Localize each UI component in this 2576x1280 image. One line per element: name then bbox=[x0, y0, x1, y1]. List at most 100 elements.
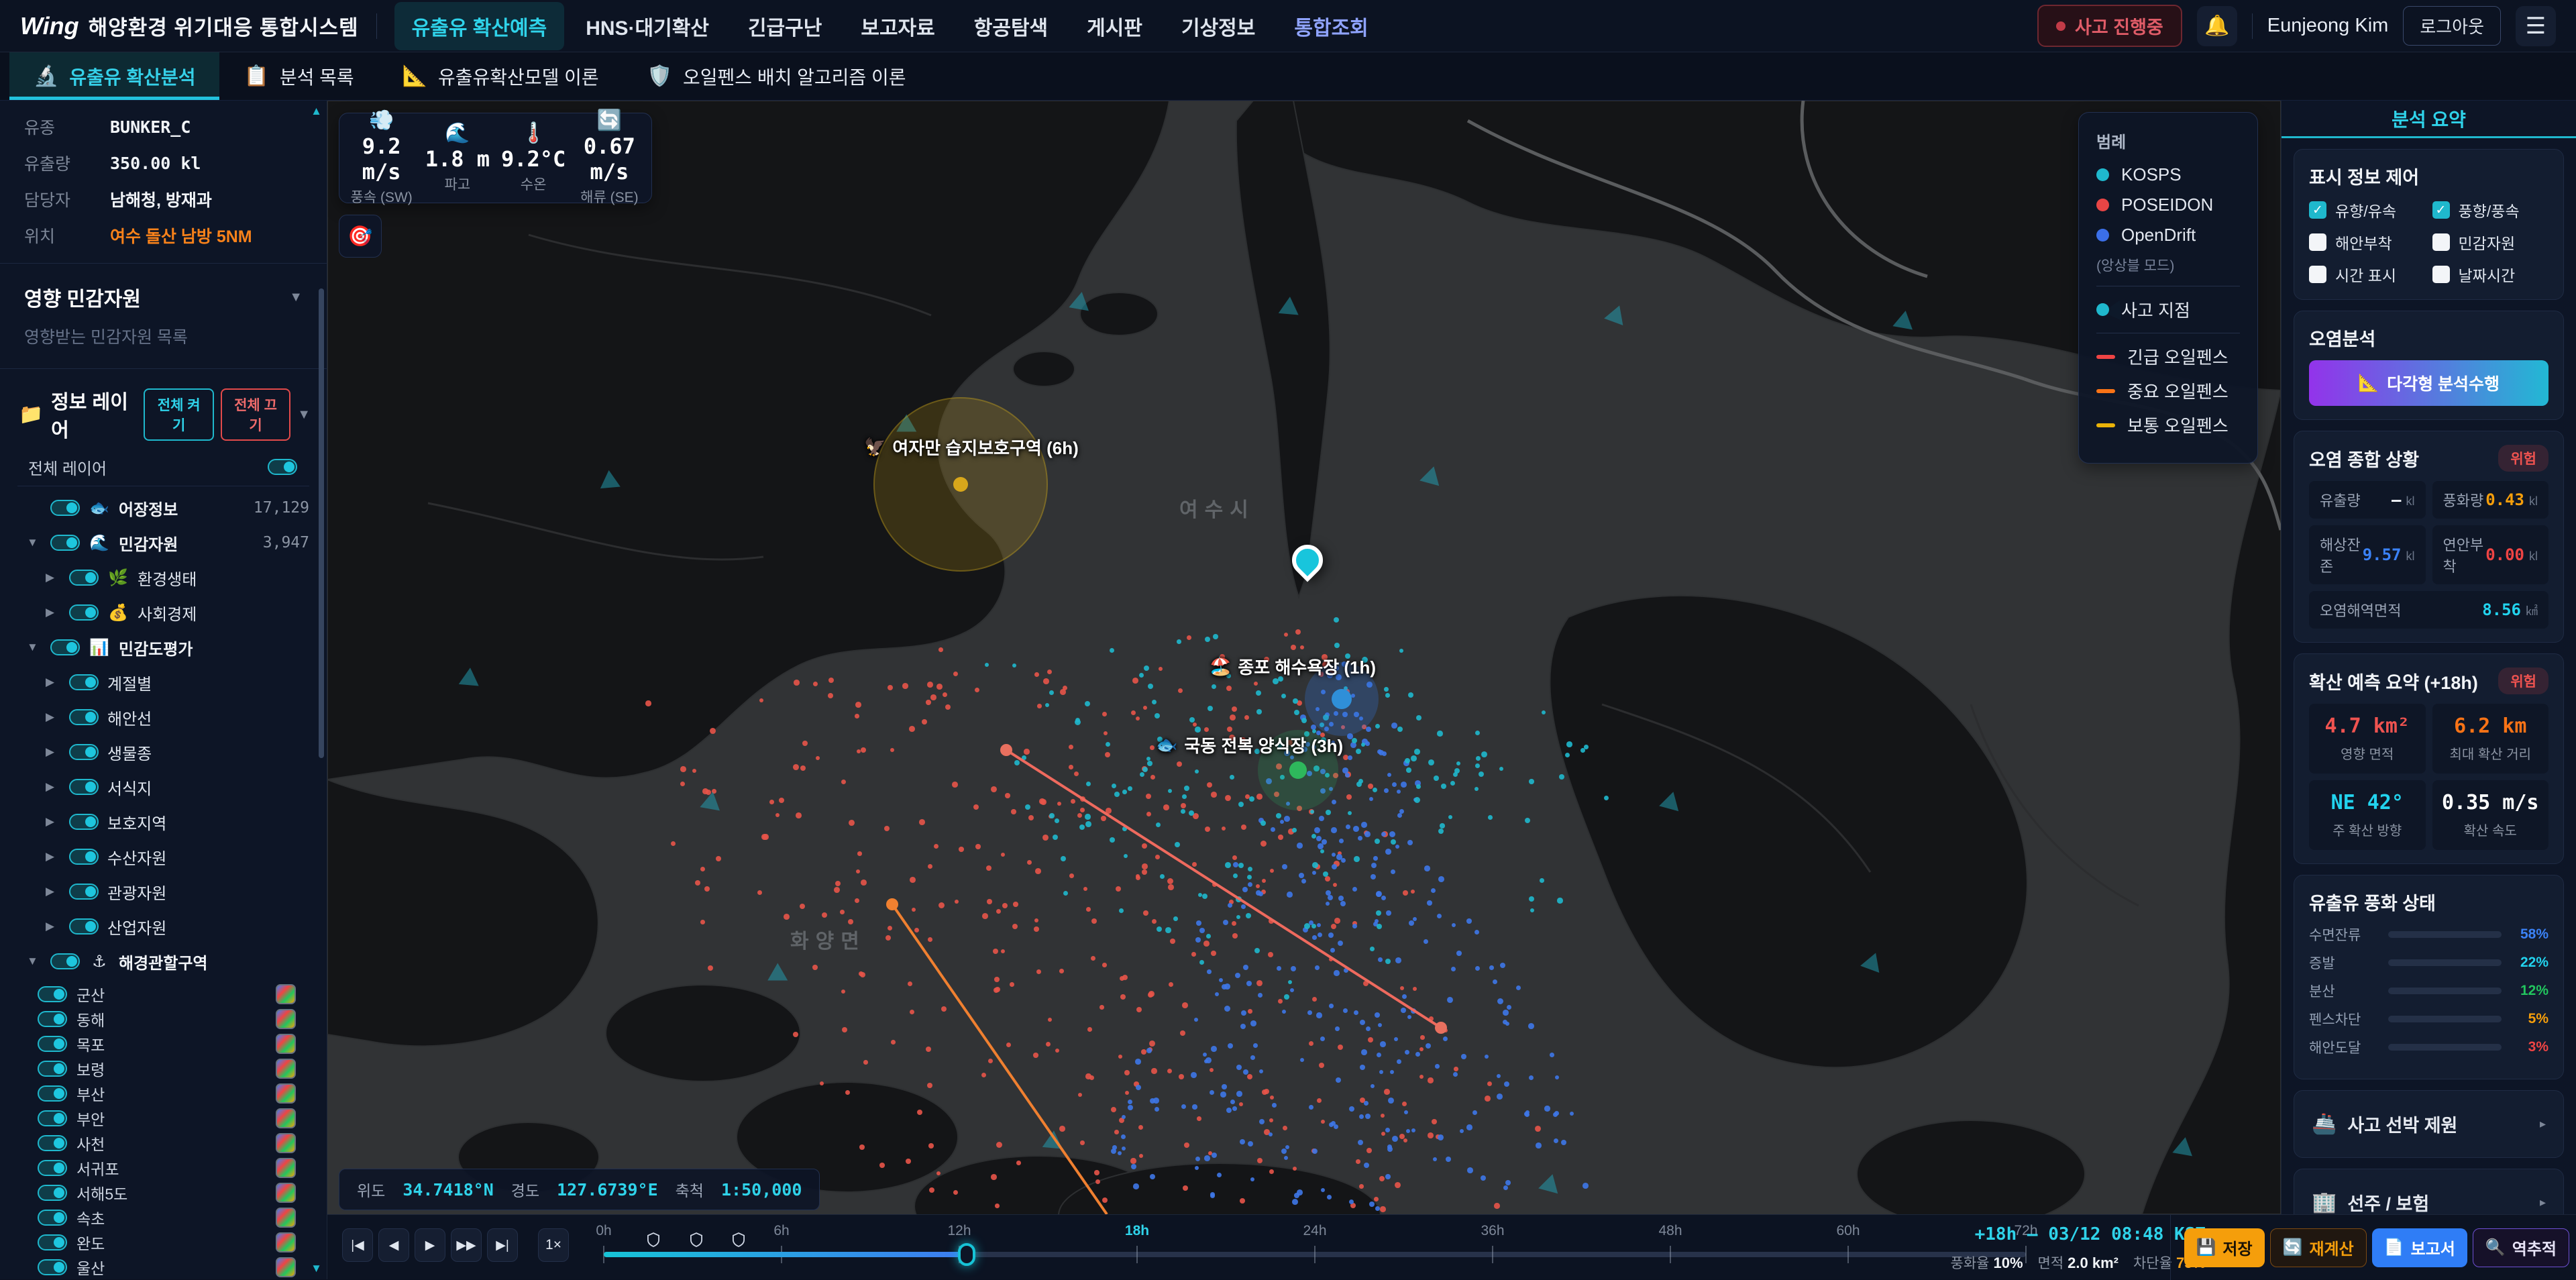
region-style-button[interactable] bbox=[276, 1034, 296, 1054]
layer-toggle[interactable] bbox=[69, 604, 99, 621]
layer-toggle[interactable] bbox=[69, 814, 99, 830]
layer-toggle[interactable] bbox=[50, 953, 80, 969]
recalculate-button[interactable]: 🔄재계산 bbox=[2270, 1228, 2367, 1267]
region-style-button[interactable] bbox=[276, 1158, 296, 1178]
region-toggle[interactable] bbox=[38, 1036, 67, 1052]
nav-item[interactable]: 항공탐색 bbox=[957, 2, 1065, 50]
all-layer-toggle[interactable] bbox=[268, 459, 297, 475]
display-checkbox-유향/유속[interactable]: ✓유향/유속 bbox=[2309, 199, 2426, 221]
region-toggle[interactable] bbox=[38, 1185, 67, 1201]
display-checkbox-풍향/풍속[interactable]: ✓풍향/풍속 bbox=[2432, 199, 2549, 221]
region-style-button[interactable] bbox=[276, 1108, 296, 1128]
display-checkbox-민감자원[interactable]: 민감자원 bbox=[2432, 231, 2549, 254]
caret-right-icon[interactable]: ▶ bbox=[46, 780, 60, 794]
scroll-up-icon[interactable]: ▲ bbox=[311, 105, 322, 118]
region-toggle[interactable] bbox=[38, 1110, 67, 1126]
region-toggle[interactable] bbox=[38, 1160, 67, 1176]
vessel-spec-card[interactable]: 🚢 사고 선박 제원 ▸ bbox=[2294, 1090, 2564, 1158]
layer-toggle[interactable] bbox=[69, 779, 99, 795]
notifications-button[interactable]: 🔔 bbox=[2197, 6, 2237, 46]
caret-right-icon[interactable]: ▶ bbox=[46, 920, 60, 933]
playback-speed-button[interactable]: 1× bbox=[538, 1228, 569, 1262]
recenter-button[interactable]: 🎯 bbox=[339, 215, 382, 258]
layer-toggle[interactable] bbox=[50, 639, 80, 655]
scroll-down-icon[interactable]: ▼ bbox=[311, 1262, 322, 1275]
layer-toggle[interactable] bbox=[69, 709, 99, 725]
region-style-button[interactable] bbox=[276, 1183, 296, 1203]
region-toggle[interactable] bbox=[38, 1135, 67, 1151]
timeline-slider[interactable]: 0h6h12h18h24h36h48h60h72h bbox=[604, 1215, 2026, 1280]
region-style-button[interactable] bbox=[276, 1059, 296, 1079]
step-back-button[interactable]: ◀ bbox=[378, 1228, 409, 1262]
caret-right-icon[interactable]: ▶ bbox=[46, 745, 60, 759]
region-toggle[interactable] bbox=[38, 1085, 67, 1102]
region-toggle[interactable] bbox=[38, 1259, 67, 1275]
region-style-button[interactable] bbox=[276, 984, 296, 1004]
nav-item[interactable]: 긴급구난 bbox=[731, 2, 839, 50]
caret-right-icon[interactable]: ▶ bbox=[46, 676, 60, 689]
all-layers-off-button[interactable]: 전체 끄기 bbox=[221, 388, 290, 441]
checkbox-icon[interactable] bbox=[2432, 233, 2450, 251]
caret-down-icon[interactable]: ▼ bbox=[27, 955, 42, 968]
region-toggle[interactable] bbox=[38, 1210, 67, 1226]
region-toggle[interactable] bbox=[38, 1061, 67, 1077]
display-checkbox-시간 표시[interactable]: 시간 표시 bbox=[2309, 263, 2426, 286]
region-style-button[interactable] bbox=[276, 1208, 296, 1228]
region-style-button[interactable] bbox=[276, 1133, 296, 1153]
region-toggle[interactable] bbox=[38, 1011, 67, 1027]
layer-toggle[interactable] bbox=[69, 918, 99, 935]
checkbox-icon[interactable] bbox=[2432, 266, 2450, 283]
caret-right-icon[interactable]: ▶ bbox=[46, 571, 60, 584]
nav-item[interactable]: 통합조회 bbox=[1277, 2, 1385, 50]
region-style-button[interactable] bbox=[276, 1257, 296, 1277]
backtrack-button[interactable]: 🔍역추적 bbox=[2473, 1228, 2569, 1267]
logout-button[interactable]: 로그아웃 bbox=[2403, 6, 2501, 46]
region-toggle[interactable] bbox=[38, 1234, 67, 1250]
tab-유출유 확산분석[interactable]: 🔬유출유 확산분석 bbox=[9, 52, 219, 100]
region-style-button[interactable] bbox=[276, 1083, 296, 1104]
all-layers-on-button[interactable]: 전체 켜기 bbox=[144, 388, 213, 441]
checkbox-checked-icon[interactable]: ✓ bbox=[2309, 201, 2326, 219]
menu-button[interactable]: ☰ bbox=[2516, 6, 2556, 46]
layer-toggle[interactable] bbox=[69, 570, 99, 586]
sidebar-scrollbar[interactable] bbox=[319, 288, 324, 758]
caret-right-icon[interactable]: ▶ bbox=[46, 850, 60, 863]
caret-right-icon[interactable]: ▶ bbox=[46, 710, 60, 724]
play-button[interactable]: ▶ bbox=[415, 1228, 445, 1262]
fast-forward-button[interactable]: ▶▶ bbox=[451, 1228, 482, 1262]
map-canvas[interactable]: 🦅 여자만 습지보호구역 (6h) 🏖️ 종포 해수욕장 (1h) 🐟 국동 전… bbox=[327, 101, 2281, 1214]
skip-end-button[interactable]: ▶| bbox=[487, 1228, 518, 1262]
caret-down-icon[interactable]: ▼ bbox=[27, 536, 42, 549]
tab-분석 목록[interactable]: 📋분석 목록 bbox=[219, 52, 378, 100]
tab-유출유확산모델 이론[interactable]: 📐유출유확산모델 이론 bbox=[378, 52, 623, 100]
caret-right-icon[interactable]: ▶ bbox=[46, 885, 60, 898]
nav-item[interactable]: HNS·대기확산 bbox=[568, 2, 727, 50]
layer-toggle[interactable] bbox=[69, 744, 99, 760]
owner-insurance-card[interactable]: 🏢 선주 / 보험 ▸ bbox=[2294, 1169, 2564, 1214]
save-button[interactable]: 💾저장 bbox=[2184, 1228, 2265, 1267]
layer-toggle[interactable] bbox=[69, 884, 99, 900]
layer-toggle[interactable] bbox=[50, 500, 80, 516]
timeline-handle[interactable] bbox=[958, 1243, 975, 1266]
tab-오일펜스 배치 알고리즘 이론[interactable]: 🛡️오일펜스 배치 알고리즘 이론 bbox=[623, 52, 930, 100]
layer-toggle[interactable] bbox=[69, 674, 99, 690]
layer-toggle[interactable] bbox=[69, 849, 99, 865]
checkbox-icon[interactable] bbox=[2309, 266, 2326, 283]
nav-item[interactable]: 유출유 확산예측 bbox=[394, 2, 565, 50]
polygon-analysis-button[interactable]: 📐 다각형 분석수행 bbox=[2309, 360, 2548, 406]
caret-right-icon[interactable]: ▶ bbox=[46, 815, 60, 829]
region-style-button[interactable] bbox=[276, 1232, 296, 1252]
nav-item[interactable]: 보고자료 bbox=[843, 2, 952, 50]
nav-item[interactable]: 게시판 bbox=[1069, 2, 1160, 50]
display-checkbox-해안부착[interactable]: 해안부착 bbox=[2309, 231, 2426, 254]
caret-down-icon[interactable]: ▼ bbox=[27, 641, 42, 654]
checkbox-icon[interactable] bbox=[2309, 233, 2326, 251]
caret-right-icon[interactable]: ▶ bbox=[46, 606, 60, 619]
skip-start-button[interactable]: |◀ bbox=[342, 1228, 373, 1262]
layer-toggle[interactable] bbox=[50, 535, 80, 551]
nav-item[interactable]: 기상정보 bbox=[1164, 2, 1273, 50]
region-style-button[interactable] bbox=[276, 1009, 296, 1029]
region-toggle[interactable] bbox=[38, 986, 67, 1002]
display-checkbox-날짜시간[interactable]: 날짜시간 bbox=[2432, 263, 2549, 286]
impact-section-header[interactable]: 영향 민감자원 ▼ bbox=[0, 269, 327, 321]
